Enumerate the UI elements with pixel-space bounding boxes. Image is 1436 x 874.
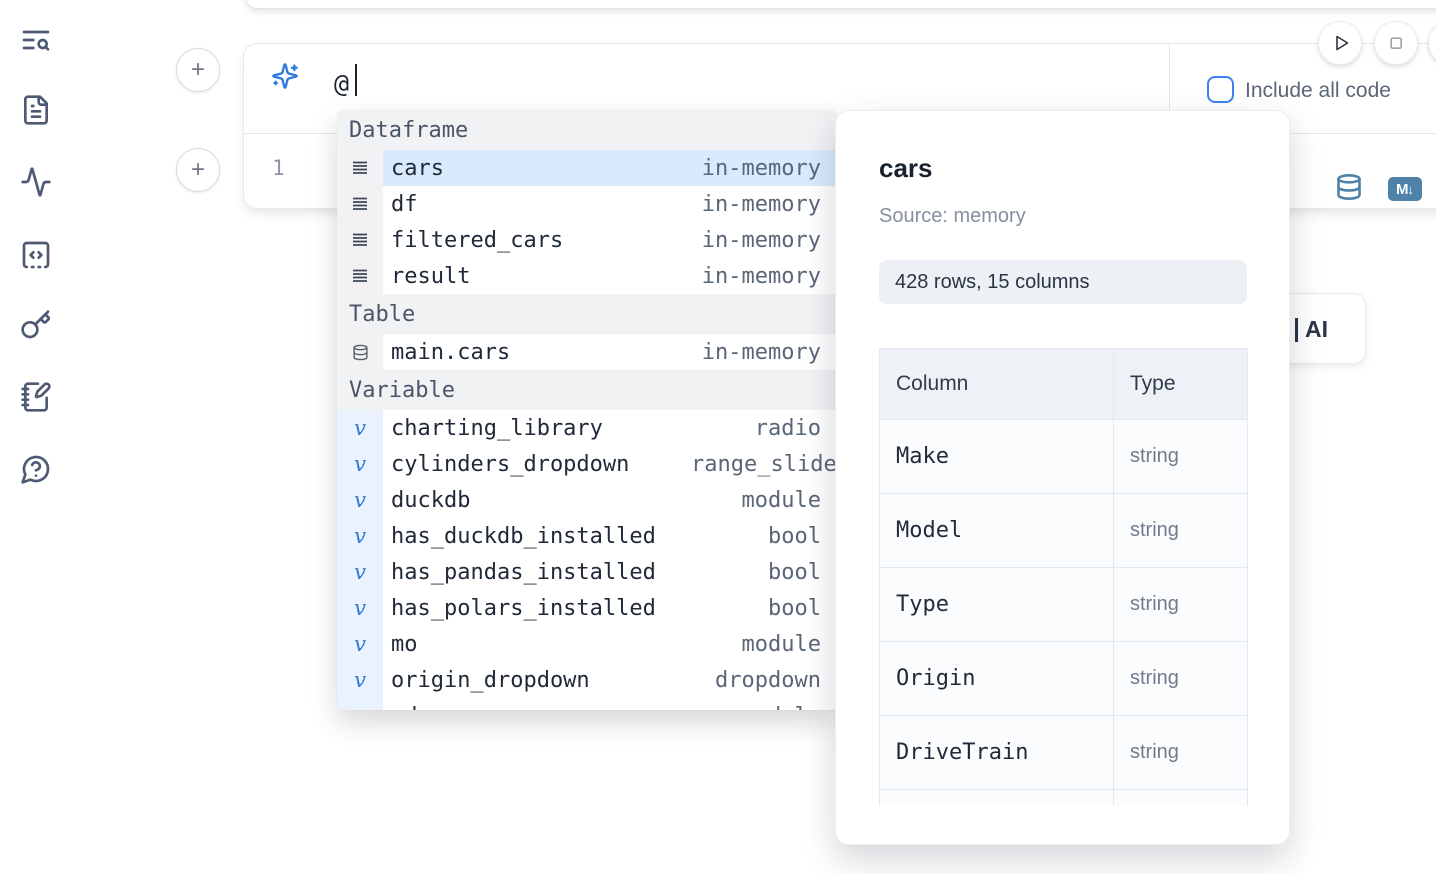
add-cell-above-button[interactable]: + <box>176 48 220 92</box>
autocomplete-item-has-polars-installed[interactable]: v has_polars_installedbool <box>337 590 837 626</box>
database-icon <box>337 334 383 370</box>
preview-summary-badge: 428 rows, 15 columns <box>879 260 1247 304</box>
add-cell-below-button[interactable]: + <box>176 148 220 192</box>
ai-prompt-input[interactable]: @ <box>334 69 349 98</box>
stop-icon <box>1384 31 1408 55</box>
section-header-table: Table <box>337 294 837 334</box>
line-number: 1 <box>272 156 285 180</box>
text-search-icon[interactable] <box>20 24 52 56</box>
autocomplete-item-result[interactable]: resultin-memory <box>337 258 837 294</box>
stop-cell-button[interactable] <box>1374 21 1418 65</box>
table-row-partial <box>879 790 1248 806</box>
include-all-code-checkbox[interactable] <box>1207 76 1234 103</box>
table-row: DriveTrain string <box>879 716 1248 790</box>
table-row: Make string <box>879 420 1248 494</box>
variable-icon: v <box>337 626 383 662</box>
variable-icon: v <box>337 410 383 446</box>
table-row: Type string <box>879 568 1248 642</box>
autocomplete-item-pd[interactable]: v pdmodule <box>337 698 837 710</box>
notebook-pen-icon[interactable] <box>20 381 52 413</box>
column-header: Column <box>880 349 1114 419</box>
previous-cell-fragment <box>245 0 1436 9</box>
section-header-variable: Variable <box>337 370 837 410</box>
preview-source: Source: memory <box>879 205 1026 228</box>
autocomplete-item-duckdb[interactable]: v duckdbmodule <box>337 482 837 518</box>
rows-icon <box>337 258 383 294</box>
table-row: Model string <box>879 494 1248 568</box>
sparkles-icon <box>271 62 299 90</box>
activity-icon[interactable] <box>20 166 52 198</box>
rows-icon <box>337 186 383 222</box>
schema-table-header: Column Type <box>879 348 1248 420</box>
plus-icon: + <box>191 156 205 184</box>
autocomplete-menu: Dataframe carsin-memory dfin-memory filt… <box>337 110 837 710</box>
autocomplete-item-charting-library[interactable]: v charting_libraryradio <box>337 410 837 446</box>
key-icon[interactable] <box>20 309 52 341</box>
autocomplete-item-filtered-cars[interactable]: filtered_carsin-memory <box>337 222 837 258</box>
rows-icon <box>337 222 383 258</box>
include-all-code-label: Include all code <box>1245 79 1391 103</box>
dataframe-preview-panel: cars Source: memory 428 rows, 15 columns… <box>835 110 1290 845</box>
help-chat-icon[interactable] <box>20 453 52 485</box>
autocomplete-item-cars[interactable]: carsin-memory <box>337 150 837 186</box>
variable-icon: v <box>337 698 383 710</box>
code-square-icon[interactable] <box>20 239 52 271</box>
autocomplete-item-cylinders-dropdown[interactable]: v cylinders_dropdownrange_slider <box>337 446 837 482</box>
markdown-export-icon[interactable]: M↓ <box>1388 177 1422 201</box>
autocomplete-item-has-pandas-installed[interactable]: v has_pandas_installedbool <box>337 554 837 590</box>
autocomplete-item-df[interactable]: dfin-memory <box>337 186 837 222</box>
text-cursor <box>355 64 357 96</box>
table-row: Origin string <box>879 642 1248 716</box>
run-cell-button[interactable] <box>1318 21 1362 65</box>
rows-icon <box>337 150 383 186</box>
variable-icon: v <box>337 590 383 626</box>
variable-icon: v <box>337 662 383 698</box>
ai-card-label: AI <box>1305 316 1328 343</box>
variable-icon: v <box>337 446 383 482</box>
play-icon <box>1328 31 1352 55</box>
type-header: Type <box>1114 349 1247 419</box>
file-text-icon[interactable] <box>20 94 52 126</box>
autocomplete-item-main-cars[interactable]: main.carsin-memory <box>337 334 837 370</box>
clipped-letter <box>1295 318 1298 342</box>
database-icon[interactable] <box>1335 173 1363 201</box>
autocomplete-item-mo[interactable]: v momodule <box>337 626 837 662</box>
preview-title: cars <box>879 153 933 184</box>
autocomplete-item-has-duckdb-installed[interactable]: v has_duckdb_installedbool <box>337 518 837 554</box>
schema-table: Column Type Make string Model string Typ… <box>879 348 1248 806</box>
section-header-dataframe: Dataframe <box>337 110 837 150</box>
variable-icon: v <box>337 518 383 554</box>
plus-icon: + <box>191 56 205 84</box>
variable-icon: v <box>337 482 383 518</box>
variable-icon: v <box>337 554 383 590</box>
autocomplete-item-origin-dropdown[interactable]: v origin_dropdowndropdown <box>337 662 837 698</box>
